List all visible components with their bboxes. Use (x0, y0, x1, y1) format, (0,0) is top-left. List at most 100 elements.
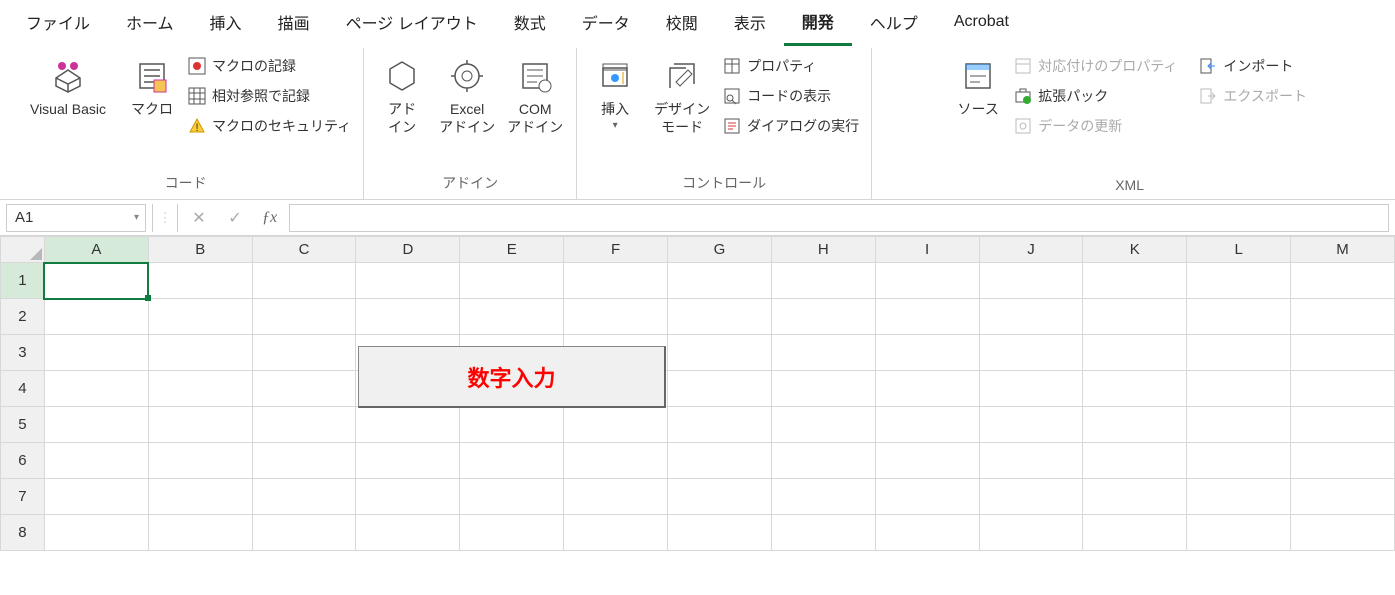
cell[interactable] (668, 443, 772, 479)
cell[interactable] (875, 371, 979, 407)
column-header[interactable]: D (356, 237, 460, 263)
cell[interactable] (979, 479, 1083, 515)
cell[interactable] (771, 335, 875, 371)
sheet-form-button[interactable]: 数字入力 (358, 346, 666, 408)
cell[interactable] (1187, 515, 1291, 551)
cell[interactable] (771, 263, 875, 299)
fx-icon[interactable]: ƒx (256, 209, 283, 227)
formula-input[interactable] (289, 204, 1389, 232)
tab-review[interactable]: 校閲 (648, 0, 716, 44)
cell[interactable] (979, 263, 1083, 299)
name-box[interactable]: A1 (6, 204, 146, 232)
column-header[interactable]: H (771, 237, 875, 263)
relative-ref-button[interactable]: 相対参照で記録 (186, 84, 353, 108)
column-header[interactable]: F (564, 237, 668, 263)
tab-acrobat[interactable]: Acrobat (936, 3, 1027, 41)
cell[interactable] (771, 407, 875, 443)
cell[interactable] (44, 479, 148, 515)
cell[interactable] (44, 515, 148, 551)
cell[interactable] (148, 515, 252, 551)
cell[interactable] (356, 263, 460, 299)
cell[interactable] (44, 371, 148, 407)
cell[interactable] (1187, 263, 1291, 299)
cell[interactable] (356, 299, 460, 335)
cell[interactable] (252, 335, 356, 371)
tab-draw[interactable]: 描画 (260, 0, 328, 44)
cell[interactable] (1083, 371, 1187, 407)
cell[interactable] (460, 407, 564, 443)
row-header[interactable]: 7 (1, 479, 45, 515)
insert-control-button[interactable]: 挿入 ▾ (587, 52, 643, 135)
macros-button[interactable]: マクロ (124, 52, 180, 122)
cell[interactable] (668, 299, 772, 335)
cell[interactable] (148, 371, 252, 407)
column-header[interactable]: A (44, 237, 148, 263)
cell[interactable] (668, 335, 772, 371)
properties-button[interactable]: プロパティ (721, 54, 861, 78)
row-header[interactable]: 3 (1, 335, 45, 371)
column-header[interactable]: E (460, 237, 564, 263)
cell[interactable] (875, 479, 979, 515)
row-header[interactable]: 2 (1, 299, 45, 335)
cell[interactable] (1291, 263, 1395, 299)
cell[interactable] (44, 407, 148, 443)
addins-button[interactable]: アド イン (374, 52, 430, 140)
tab-data[interactable]: データ (564, 0, 648, 44)
cell[interactable] (979, 335, 1083, 371)
tab-formulas[interactable]: 数式 (496, 0, 564, 44)
tab-file[interactable]: ファイル (8, 0, 108, 44)
tab-page-layout[interactable]: ページ レイアウト (328, 0, 496, 44)
xml-source-button[interactable]: ソース (950, 52, 1006, 122)
column-header[interactable]: I (875, 237, 979, 263)
row-header[interactable]: 8 (1, 515, 45, 551)
cell[interactable] (1187, 443, 1291, 479)
cell[interactable] (148, 479, 252, 515)
row-header[interactable]: 4 (1, 371, 45, 407)
column-header[interactable]: M (1291, 237, 1395, 263)
cell[interactable] (1083, 299, 1187, 335)
cell[interactable] (460, 299, 564, 335)
cell[interactable] (668, 479, 772, 515)
cell[interactable] (252, 299, 356, 335)
cell[interactable] (1083, 407, 1187, 443)
cell[interactable] (564, 407, 668, 443)
cell[interactable] (979, 515, 1083, 551)
row-header[interactable]: 1 (1, 263, 45, 299)
cell[interactable] (979, 407, 1083, 443)
cell[interactable] (979, 443, 1083, 479)
cell[interactable] (252, 263, 356, 299)
cell[interactable] (1083, 479, 1187, 515)
cell[interactable] (44, 335, 148, 371)
cell[interactable] (771, 515, 875, 551)
column-header[interactable]: G (668, 237, 772, 263)
cell[interactable] (44, 443, 148, 479)
cell[interactable] (1291, 515, 1395, 551)
spreadsheet-grid[interactable]: A B C D E F G H I J K L M 1 2 3 4 5 6 7 … (0, 236, 1395, 551)
cell[interactable] (1187, 335, 1291, 371)
cell[interactable] (44, 299, 148, 335)
cell[interactable] (875, 299, 979, 335)
tab-developer[interactable]: 開発 (784, 0, 852, 46)
cell[interactable] (148, 263, 252, 299)
cell[interactable] (1187, 479, 1291, 515)
tab-view[interactable]: 表示 (716, 0, 784, 44)
cell[interactable] (979, 371, 1083, 407)
cell[interactable] (356, 479, 460, 515)
design-mode-button[interactable]: デザイン モード (649, 52, 715, 140)
tab-insert[interactable]: 挿入 (192, 0, 260, 44)
cell[interactable] (148, 407, 252, 443)
column-header[interactable]: K (1083, 237, 1187, 263)
column-header[interactable]: L (1187, 237, 1291, 263)
cell[interactable] (252, 371, 356, 407)
cell[interactable] (771, 479, 875, 515)
cell[interactable] (1083, 443, 1187, 479)
cell[interactable] (1291, 407, 1395, 443)
row-header[interactable]: 5 (1, 407, 45, 443)
cell[interactable] (148, 443, 252, 479)
cell[interactable] (771, 371, 875, 407)
cell[interactable] (1291, 479, 1395, 515)
cell[interactable] (1187, 407, 1291, 443)
cell[interactable] (668, 371, 772, 407)
cell[interactable] (460, 515, 564, 551)
cell[interactable] (668, 263, 772, 299)
